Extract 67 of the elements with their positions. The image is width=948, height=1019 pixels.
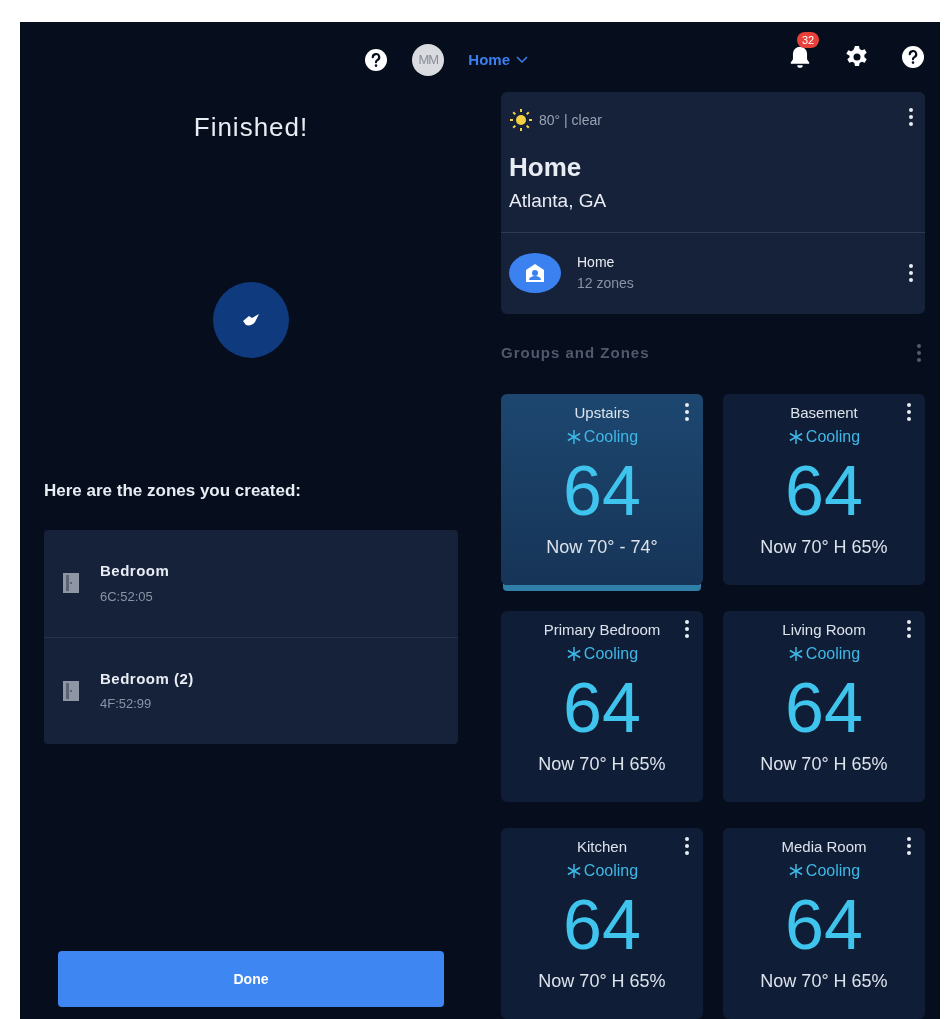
snowflake-icon [787,862,804,879]
zone-mode: Cooling [565,858,639,883]
more-icon [907,837,911,855]
more-icon [907,620,911,638]
done-button[interactable]: Done [58,951,444,1007]
more-icon [685,620,689,638]
current-reading: Now 70° H 65% [759,752,889,776]
zone-name: Living Room [782,620,866,640]
zones-heading: Here are the zones you created: [44,480,302,502]
home-location: Atlanta, GA [509,189,608,213]
chevron-down-icon [516,56,528,64]
door-icon [62,679,80,702]
zone-tile[interactable]: Kitchen Cooling 64 Now 70° H 65% [501,828,703,1019]
page-title: Finished! [192,111,310,144]
snowflake-icon [565,645,582,662]
home-person-icon [525,263,545,283]
zone-name: Basement [790,403,858,423]
current-reading: Now 70° H 65% [759,535,889,559]
zone-tile[interactable]: Primary Bedroom Cooling 64 Now 70° H 65% [501,611,703,802]
weather-summary: 80° | clear [539,110,602,130]
section-title: Groups and Zones [501,342,650,363]
more-icon [685,403,689,421]
zone-name: Kitchen [576,837,627,857]
setpoint-temperature: 64 [562,455,642,526]
zone-name: Upstairs [574,403,630,423]
zone-address: 4F:52:99 [100,695,153,713]
more-icon [685,837,689,855]
zone-mode: Cooling [787,858,861,883]
current-reading: Now 70° H 65% [759,969,889,993]
home-title: Home [509,151,583,184]
notification-count: 32 [797,32,820,49]
settings-icon[interactable] [845,45,869,69]
more-icon [907,403,911,421]
zone-name: Bedroom [100,561,170,581]
zone-tile[interactable]: Living Room Cooling 64 Now 70° H 65% [723,611,925,802]
zone-mode: Cooling [787,424,861,449]
zone-mode: Cooling [787,641,861,666]
help-icon[interactable] [901,45,925,69]
group-zone-count: 12 zones [577,274,635,293]
location-dropdown[interactable]: Home [468,48,528,72]
current-reading: Now 70° H 65% [537,752,667,776]
setpoint-temperature: 64 [562,889,642,960]
current-reading: Now 70° - 74° [545,535,659,559]
more-icon [909,108,913,126]
group-name: Home [577,253,616,272]
zone-name: Media Room [781,837,867,857]
door-icon [62,572,80,594]
setpoint-temperature: 64 [562,672,642,743]
snowflake-icon [565,862,582,879]
help-icon[interactable] [364,48,389,72]
zone-mode: Cooling [565,424,639,449]
zone-mode: Cooling [565,641,639,666]
zone-address: 6C:52:05 [100,587,154,606]
snowflake-icon [565,428,582,445]
zone-tile[interactable]: Basement Cooling 64 Now 70° H 65% [723,394,925,585]
more-icon [909,264,913,282]
zone-name: Primary Bedroom [543,620,661,640]
snowflake-icon [787,645,804,662]
snowflake-icon [787,428,804,445]
setpoint-temperature: 64 [784,455,864,526]
sun-icon [509,108,533,132]
more-icon [917,343,921,362]
setpoint-temperature: 64 [784,672,864,743]
zone-tile[interactable]: Media Room Cooling 64 Now 70° H 65% [723,828,925,1019]
current-reading: Now 70° H 65% [537,969,667,993]
setpoint-temperature: 64 [784,889,864,960]
zone-name: Bedroom (2) [100,668,194,689]
